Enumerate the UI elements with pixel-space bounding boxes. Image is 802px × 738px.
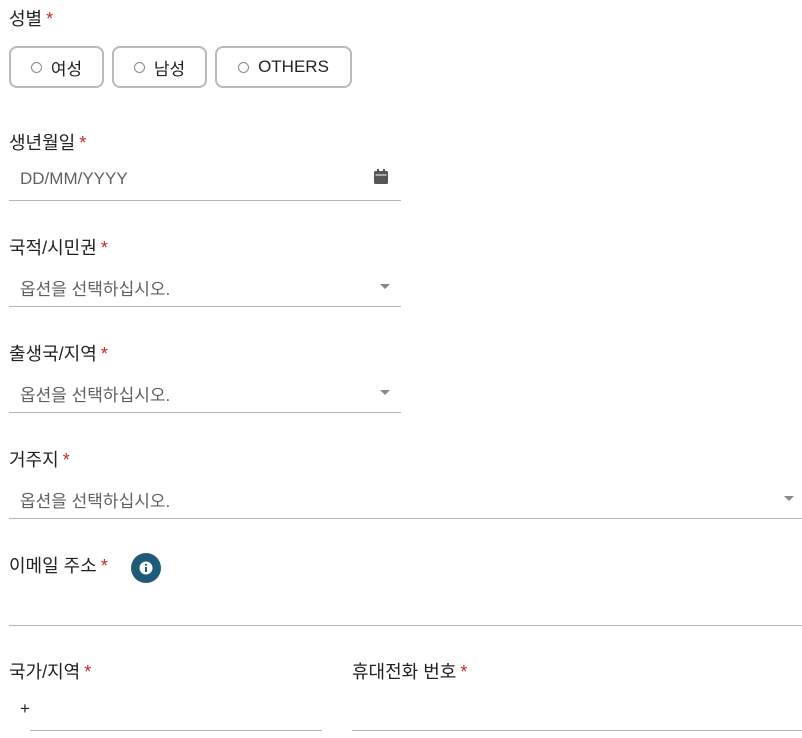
birthdate-placeholder: DD/MM/YYYY [20, 169, 128, 188]
required-asterisk: * [460, 662, 468, 682]
gender-option-label: OTHERS [258, 57, 329, 76]
nationality-label-text: 국적/시민권 [9, 238, 97, 258]
country-code-input[interactable] [30, 691, 322, 731]
required-asterisk: * [46, 9, 54, 29]
country-code-label: 국가/지역 * [9, 661, 91, 683]
nationality-label: 국적/시민권 * [9, 237, 108, 259]
country-code-label-text: 국가/지역 [9, 662, 81, 682]
email-label: 이메일 주소 * [9, 555, 108, 577]
residence-label: 거주지 * [9, 449, 70, 471]
birth-country-select[interactable]: 옵션을 선택하십시오. [9, 373, 401, 413]
country-code-prefix: + [20, 699, 30, 718]
residence-label-text: 거주지 [9, 450, 59, 470]
dropdown-caret-icon [784, 496, 794, 501]
dropdown-caret-icon [380, 390, 390, 395]
birthdate-label-text: 생년월일 [9, 133, 76, 153]
residence-placeholder: 옵션을 선택하십시오. [20, 492, 171, 511]
gender-label-text: 성별 [9, 9, 43, 29]
nationality-select[interactable]: 옵션을 선택하십시오. [9, 267, 401, 307]
gender-option-male[interactable]: 남성 [112, 46, 207, 88]
info-glyph-icon [139, 561, 153, 575]
radio-circle-icon [30, 61, 42, 73]
info-icon[interactable] [131, 553, 161, 583]
birth-country-label-text: 출생국/지역 [9, 344, 97, 364]
email-input[interactable] [9, 586, 802, 626]
gender-option-female[interactable]: 여성 [9, 46, 104, 88]
mobile-input[interactable] [352, 691, 802, 731]
residence-select[interactable]: 옵션을 선택하십시오. [9, 479, 802, 519]
calendar-icon[interactable] [374, 169, 388, 184]
email-label-text: 이메일 주소 [9, 556, 97, 576]
radio-circle-icon [133, 61, 145, 73]
required-asterisk: * [100, 344, 108, 364]
gender-label: 성별 * [9, 8, 53, 30]
nationality-placeholder: 옵션을 선택하십시오. [20, 280, 171, 299]
dropdown-caret-icon [380, 284, 390, 289]
gender-option-label: 남성 [153, 59, 186, 79]
required-asterisk: * [79, 133, 87, 153]
birth-country-label: 출생국/지역 * [9, 343, 108, 365]
required-asterisk: * [62, 450, 70, 470]
required-asterisk: * [100, 556, 108, 576]
birth-country-placeholder: 옵션을 선택하십시오. [20, 386, 171, 405]
gender-option-label: 여성 [50, 59, 83, 79]
birthdate-input[interactable]: DD/MM/YYYY [9, 161, 401, 201]
gender-option-others[interactable]: OTHERS [215, 46, 352, 88]
radio-circle-icon [238, 61, 250, 73]
required-asterisk: * [100, 238, 108, 258]
mobile-label-text: 휴대전화 번호 [352, 662, 457, 682]
birthdate-label: 생년월일 * [9, 132, 86, 154]
mobile-label: 휴대전화 번호 * [352, 661, 467, 683]
required-asterisk: * [84, 662, 92, 682]
